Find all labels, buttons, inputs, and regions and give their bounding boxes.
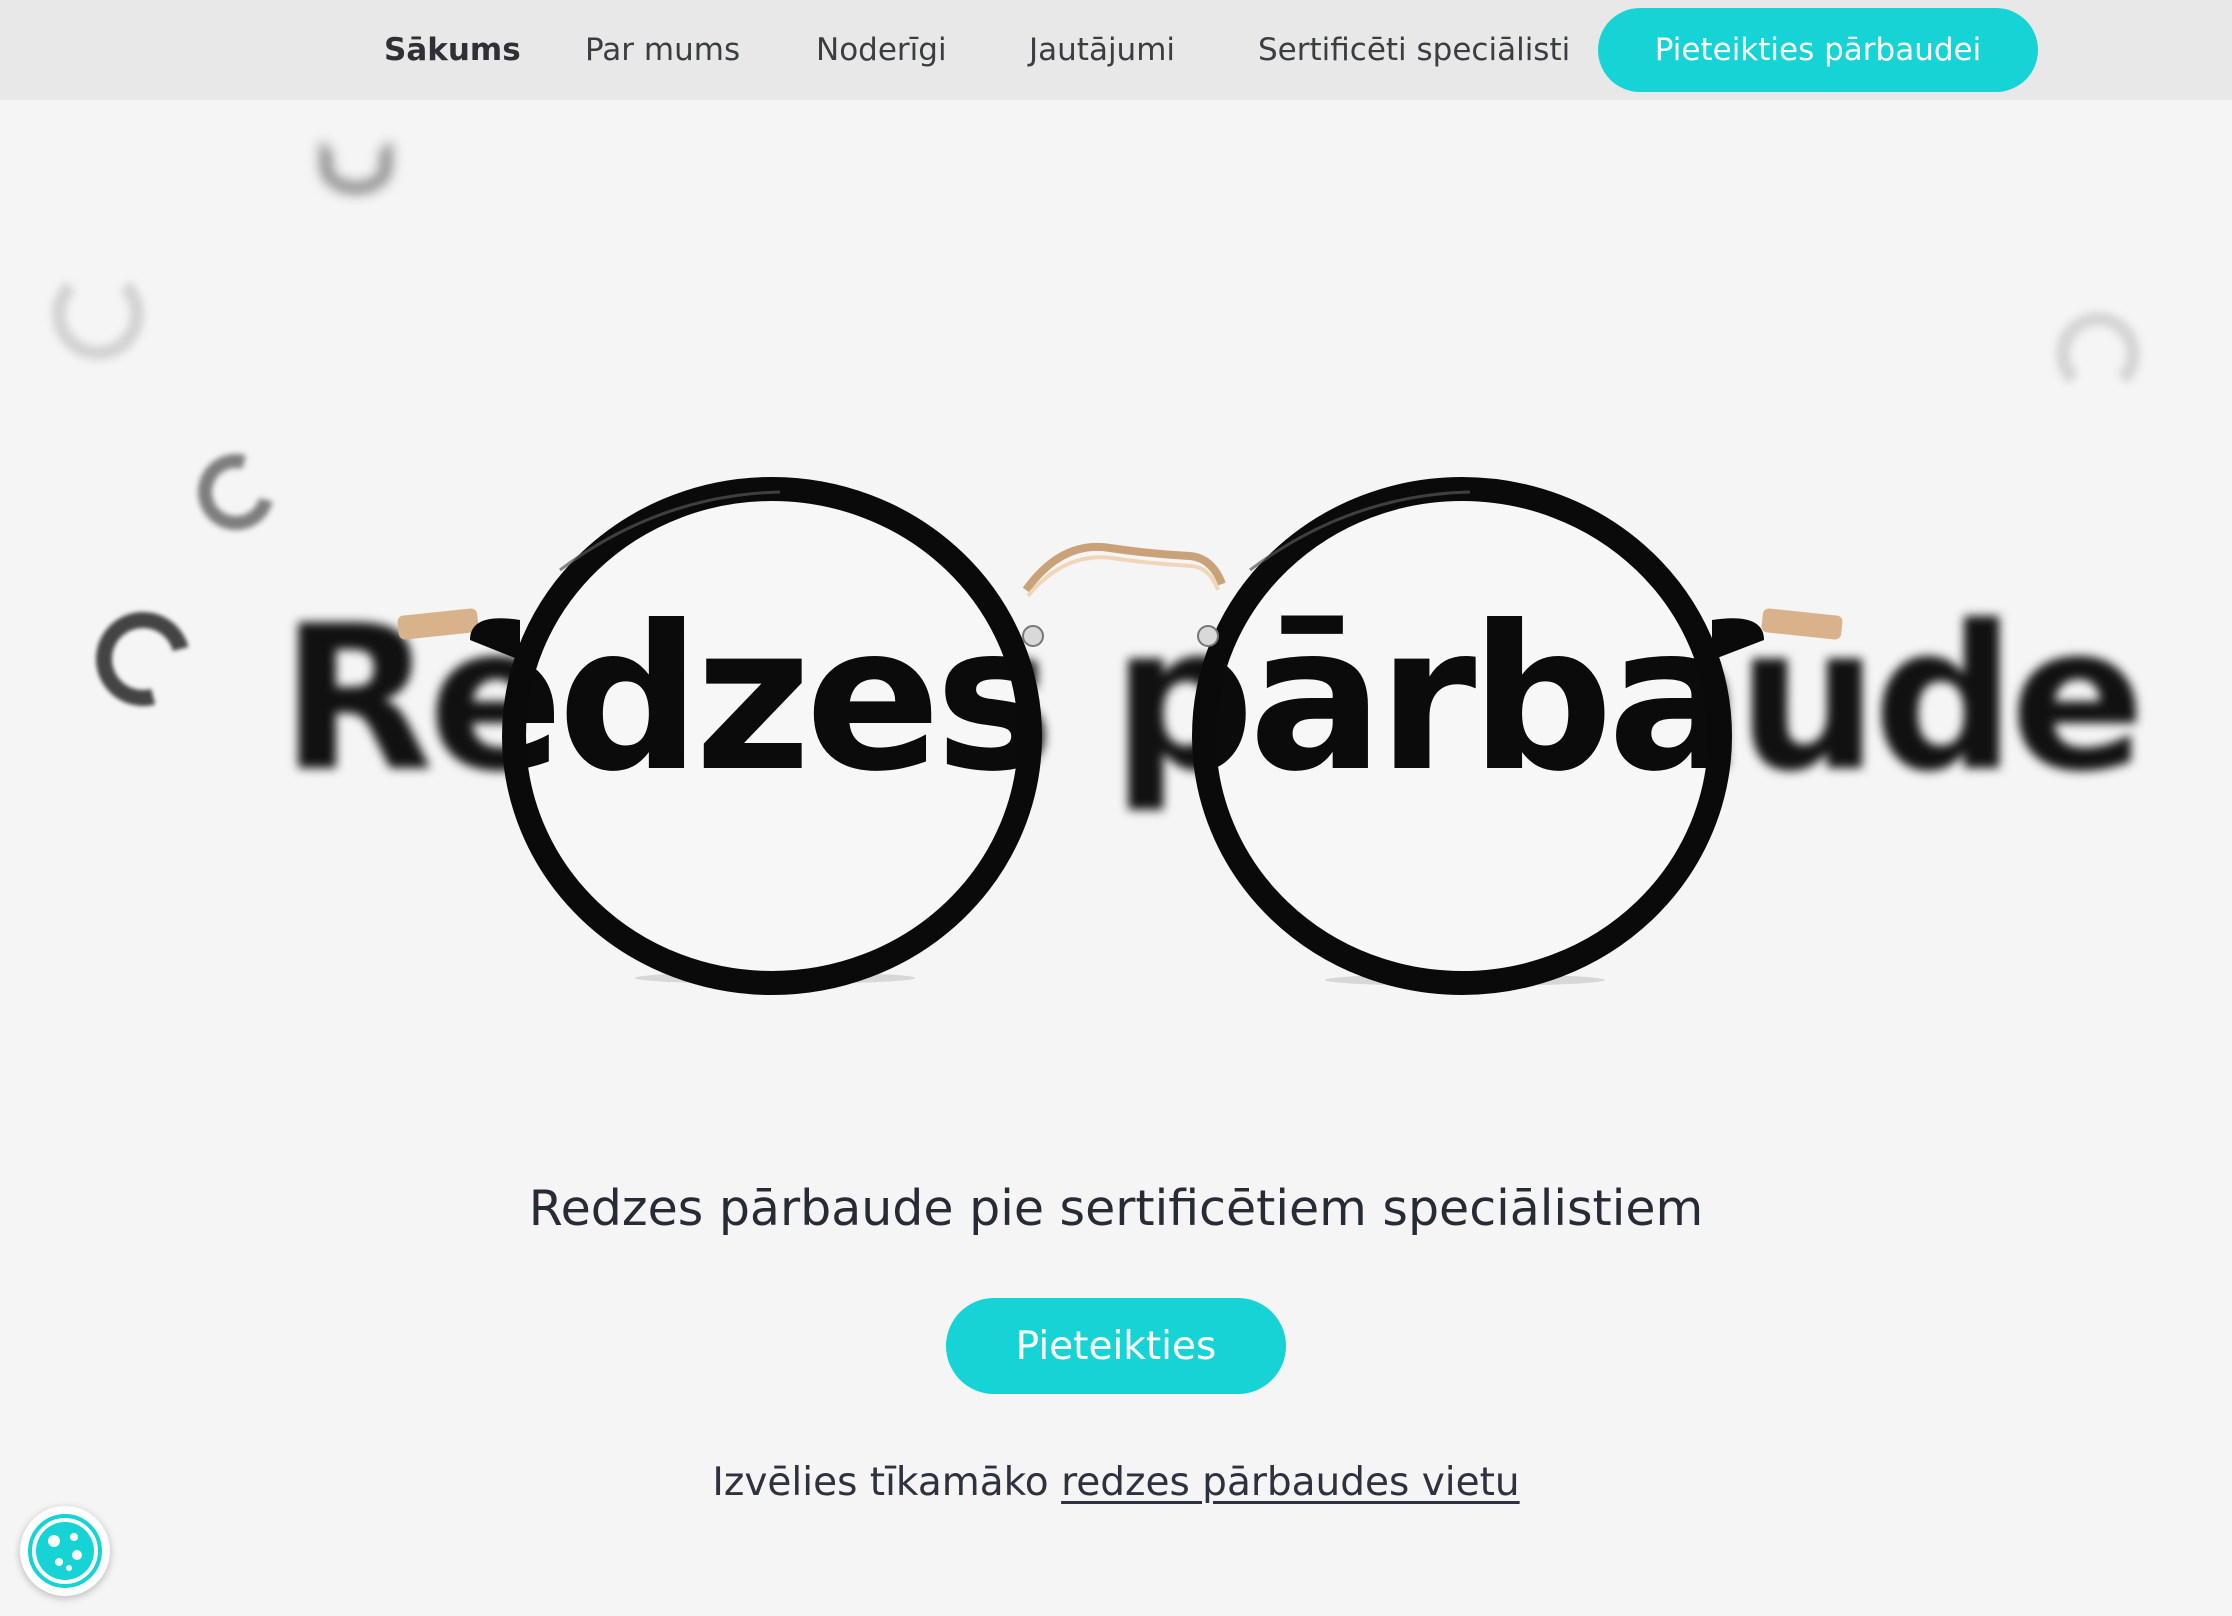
nav-item-faq[interactable]: Jautājumi [1029,32,1175,68]
cookie-settings-button[interactable] [20,1506,110,1596]
exam-locations-link[interactable]: redzes pārbaudes vietu [1061,1460,1520,1505]
nav-item-useful[interactable]: Noderīgi [816,32,947,68]
hero-image: Redzes pārbaude Redzes pārbaude Redzes p… [0,100,2232,1100]
top-navigation: Sākums Par mums Noderīgi Jautājumi Serti… [0,0,2232,100]
nav-item-home[interactable]: Sākums [384,32,521,68]
nav-item-specialists[interactable]: Sertificēti speciālisti [1258,32,1570,68]
choose-location-line: Izvēlies tīkamāko redzes pārbaudes vietu [0,1460,2232,1505]
apply-for-exam-button[interactable]: Pieteikties pārbaudei [1598,8,2038,92]
nav-item-about[interactable]: Par mums [585,32,740,68]
cookie-icon [28,1514,102,1588]
hero-tagline: Redzes pārbaude pie sertificētiem speciā… [528,1180,1704,1237]
hero-headline-graphic: Redzes pārbaude Redzes pārbaude Redzes p… [0,100,2232,1100]
choose-location-prefix: Izvēlies tīkamāko [712,1460,1049,1505]
eyeglasses-illustration [397,477,1843,995]
apply-button[interactable]: Pieteikties [946,1298,1286,1394]
